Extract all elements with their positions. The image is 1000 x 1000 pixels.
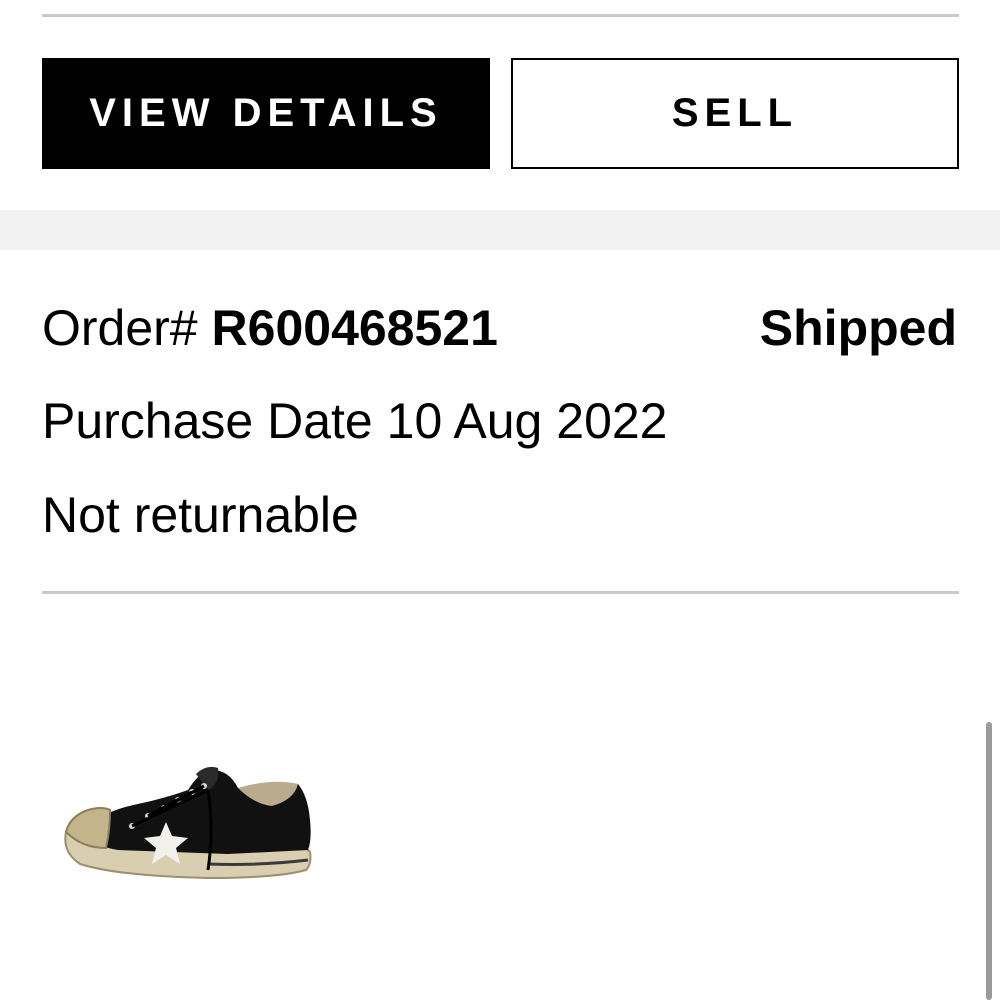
top-divider [42,14,959,17]
purchase-date-row: Purchase Date 10 Aug 2022 [42,391,668,451]
sell-button[interactable]: SELL [511,58,959,169]
return-policy: Not returnable [42,487,359,543]
view-details-button[interactable]: VIEW DETAILS [42,58,490,169]
purchase-date-label: Purchase Date [42,393,373,449]
order-status: Shipped [759,300,957,356]
sneaker-image[interactable] [58,760,318,890]
order-header: Order# R600468521 Shipped [42,298,959,358]
order-number-label: Order# [42,300,198,356]
order-number: R600468521 [211,300,498,356]
scrollbar[interactable] [986,722,992,1000]
section-separator-band [0,210,1000,250]
purchase-date-value: 10 Aug 2022 [386,393,668,449]
order-detail-page: VIEW DETAILS SELL Order# R600468521 Ship… [0,0,1000,1000]
product-divider [42,591,959,594]
